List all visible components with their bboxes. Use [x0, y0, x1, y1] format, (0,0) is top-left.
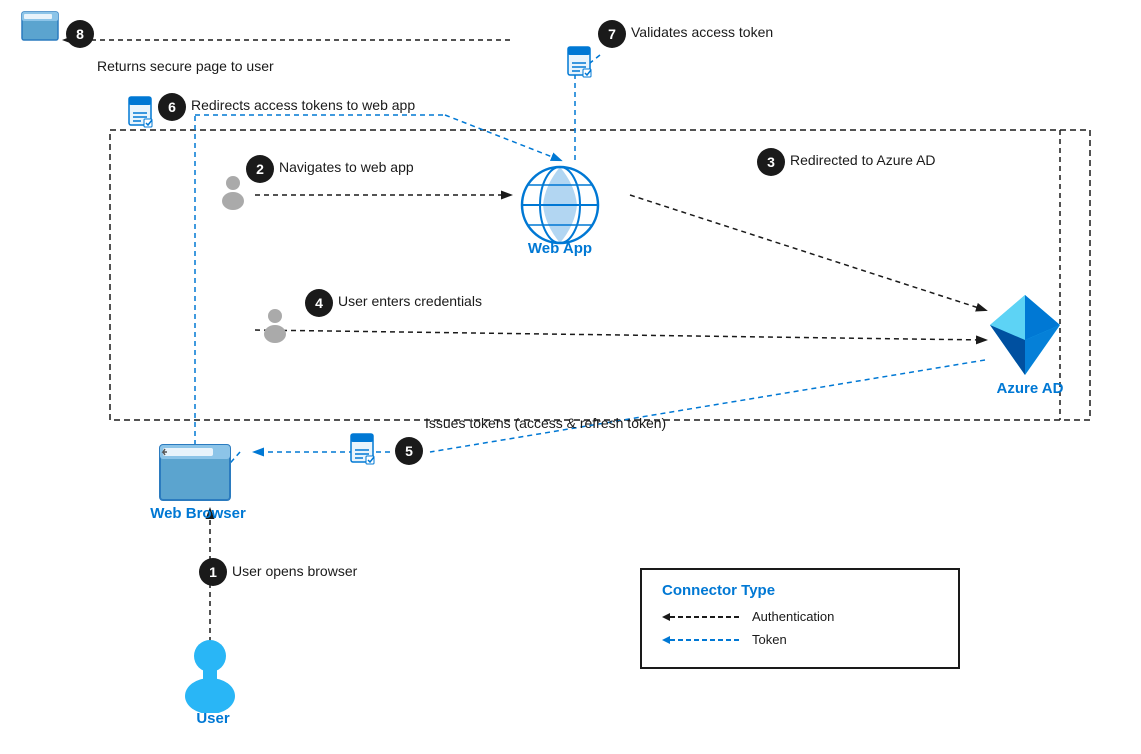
browser-step8-icon: [20, 10, 60, 50]
step-6-circle: 6: [158, 93, 186, 121]
azure-ad-icon: [985, 290, 1065, 385]
person-step4-icon: [260, 308, 290, 348]
web-browser-label: Web Browser: [148, 505, 248, 522]
token-doc-step5-icon: [348, 432, 383, 477]
token-doc-step7-icon: [565, 45, 600, 90]
web-app-label: Web App: [525, 240, 595, 257]
step-4-label: User enters credentials: [338, 293, 482, 309]
web-browser-icon: [155, 440, 235, 510]
diagram-container: 1 2 3 4 5 6 7 8 User opens browser Navig…: [0, 0, 1141, 754]
step-1-label: User opens browser: [232, 563, 357, 579]
step-2-label: Navigates to web app: [279, 159, 414, 175]
token-doc-step6-icon: [126, 95, 161, 140]
step-6-label: Redirects access tokens to web app: [191, 97, 415, 113]
user-icon: [175, 638, 245, 718]
step-5-label: Issues tokens (access & refresh token): [425, 415, 666, 431]
legend-box: Connector Type Authentication Token: [640, 568, 960, 669]
legend-title: Connector Type: [662, 582, 938, 599]
step-4-circle: 4: [305, 289, 333, 317]
step-2-circle: 2: [246, 155, 274, 183]
step-7-label: Validates access token: [631, 24, 773, 40]
step-5-circle: 5: [395, 437, 423, 465]
step-7-circle: 7: [598, 20, 626, 48]
step-8-label: Returns secure page to user: [97, 58, 274, 74]
step-3-label: Redirected to Azure AD: [790, 152, 936, 168]
legend-auth-item: Authentication: [662, 609, 938, 624]
person-step2-icon: [218, 175, 248, 215]
azure-ad-label: Azure AD: [990, 380, 1070, 397]
step-3-circle: 3: [757, 148, 785, 176]
legend-token-item: Token: [662, 632, 938, 647]
step-8-circle: 8: [66, 20, 94, 48]
user-label: User: [188, 710, 238, 727]
step-1-circle: 1: [199, 558, 227, 586]
